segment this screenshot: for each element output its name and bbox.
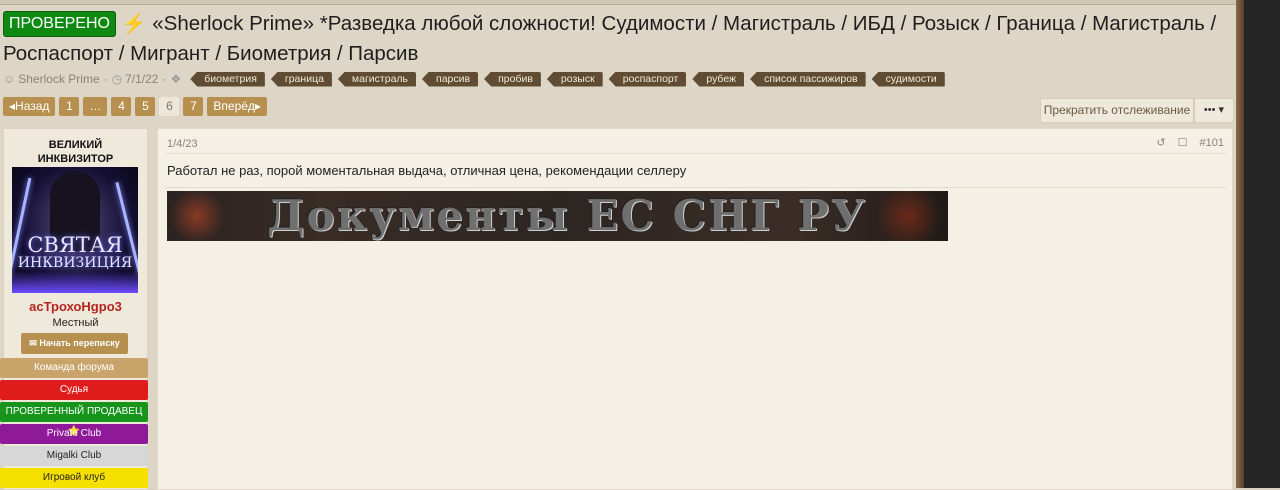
meta-separator: · <box>103 72 108 86</box>
thread-meta: ☺ Sherlock Prime · ◷ 7/1/22 · ❖ биометри… <box>3 70 951 88</box>
user-banner: Команда форума <box>0 358 148 378</box>
tag-item[interactable]: судимости <box>871 71 945 87</box>
thread-author[interactable]: Sherlock Prime <box>18 72 99 86</box>
tag-item[interactable]: пробив <box>484 71 541 87</box>
clock-icon: ◷ <box>111 72 123 86</box>
tags-icon: ❖ <box>170 72 182 86</box>
thread-title: ПРОВЕРЕНО ⚡ «Sherlock Prime» *Разведка л… <box>3 9 1228 69</box>
user-banner: ПРОВЕРЕННЫЙ ПРОДАВЕЦ ⭐ <box>0 402 148 437</box>
user-title-line1: ВЕЛИКИЙ <box>48 139 103 151</box>
meta-separator: · <box>162 72 167 86</box>
user-banner: Игровой клуб <box>0 468 148 488</box>
lightning-icon: ⚡ <box>121 13 147 35</box>
tag-item[interactable]: роспаспорт <box>608 71 687 87</box>
user-banner: Migalki Club <box>0 446 148 466</box>
page-1-button[interactable]: 1 <box>59 97 80 116</box>
tag-item[interactable]: граница <box>270 71 332 87</box>
tag-list: биометрия граница магистраль парсив пробив ро… <box>190 71 951 87</box>
tag-item[interactable]: список пассижиров <box>750 71 866 87</box>
next-page-button[interactable]: Вперёд▸ <box>207 97 267 116</box>
page-7-button[interactable]: 7 <box>183 97 204 116</box>
unwatch-button[interactable]: Прекратить отслеживание <box>1040 98 1194 123</box>
signature-banner[interactable]: Документы ЕС СНГ РУ <box>167 191 948 241</box>
avatar-text-line2: ИНКВИЗИЦИЯ <box>17 255 133 271</box>
share-icon[interactable]: ↺ <box>1156 136 1165 149</box>
divider <box>166 153 1226 154</box>
username[interactable]: асТрохоНgро3 <box>4 299 147 314</box>
verified-badge[interactable]: ПРОВЕРЕНО <box>3 11 116 37</box>
page-border-right <box>1236 0 1244 488</box>
post-tools: ↺ ☐ #101 <box>1156 136 1224 150</box>
user-banners: Команда форума Судья ПРОВЕРЕННЫЙ ПРОДАВЕЦ … <box>0 358 149 490</box>
top-strip <box>0 0 1236 5</box>
user-banner: Судья <box>0 380 148 400</box>
tag-item[interactable]: парсив <box>422 71 479 87</box>
avatar[interactable]: СВЯТАЯ ИНКВИЗИЦИЯ <box>12 167 138 293</box>
post: 1/4/23 ↺ ☐ #101 Работал не раз, порой мо… <box>157 128 1233 490</box>
page-5-button[interactable]: 5 <box>135 97 156 116</box>
user-rank: Местный <box>52 317 99 329</box>
avatar-flame <box>12 271 138 293</box>
signature-banner-text: Документы ЕС СНГ РУ <box>267 191 867 240</box>
tag-item[interactable]: розыск <box>546 71 603 87</box>
tag-item[interactable]: биометрия <box>190 71 265 87</box>
page-6-current: 6 <box>159 97 180 116</box>
pagination: ◂Назад 1 … 4 5 6 7 Вперёд▸ <box>3 97 267 116</box>
page-4-button[interactable]: 4 <box>111 97 132 116</box>
tag-item[interactable]: рубеж <box>692 71 745 87</box>
scrollbar-area[interactable] <box>1244 0 1280 488</box>
post-date[interactable]: 1/4/23 <box>167 138 198 150</box>
start-conversation-button[interactable]: ✉ Начать переписку <box>21 333 128 354</box>
page-ellipsis-button[interactable]: … <box>83 97 108 116</box>
tag-item[interactable]: магистраль <box>337 71 417 87</box>
bookmark-icon[interactable]: ☐ <box>1178 136 1188 149</box>
thread-date[interactable]: 7/1/22 <box>125 72 158 86</box>
more-menu-button[interactable]: ••• ▾ <box>1194 98 1234 123</box>
thread-title-text: «Sherlock Prime» *Разведка любой сложнос… <box>3 12 1217 65</box>
user-banner: Private Club <box>0 424 148 444</box>
user-title-line2: ИНКВИЗИТОР <box>37 153 114 165</box>
signature-divider <box>166 187 1226 188</box>
prev-page-button[interactable]: ◂Назад <box>3 97 56 116</box>
user-banner-title: ВЕЛИКИЙ ИНКВИЗИТОР <box>4 138 147 166</box>
post-body: Работал не раз, порой моментальная выдач… <box>167 163 687 178</box>
avatar-text-line1: СВЯТАЯ <box>27 233 123 257</box>
user-icon: ☺ <box>3 72 16 86</box>
page: ПРОВЕРЕНО ⚡ «Sherlock Prime» *Разведка л… <box>0 0 1236 490</box>
post-number[interactable]: #101 <box>1200 137 1224 149</box>
